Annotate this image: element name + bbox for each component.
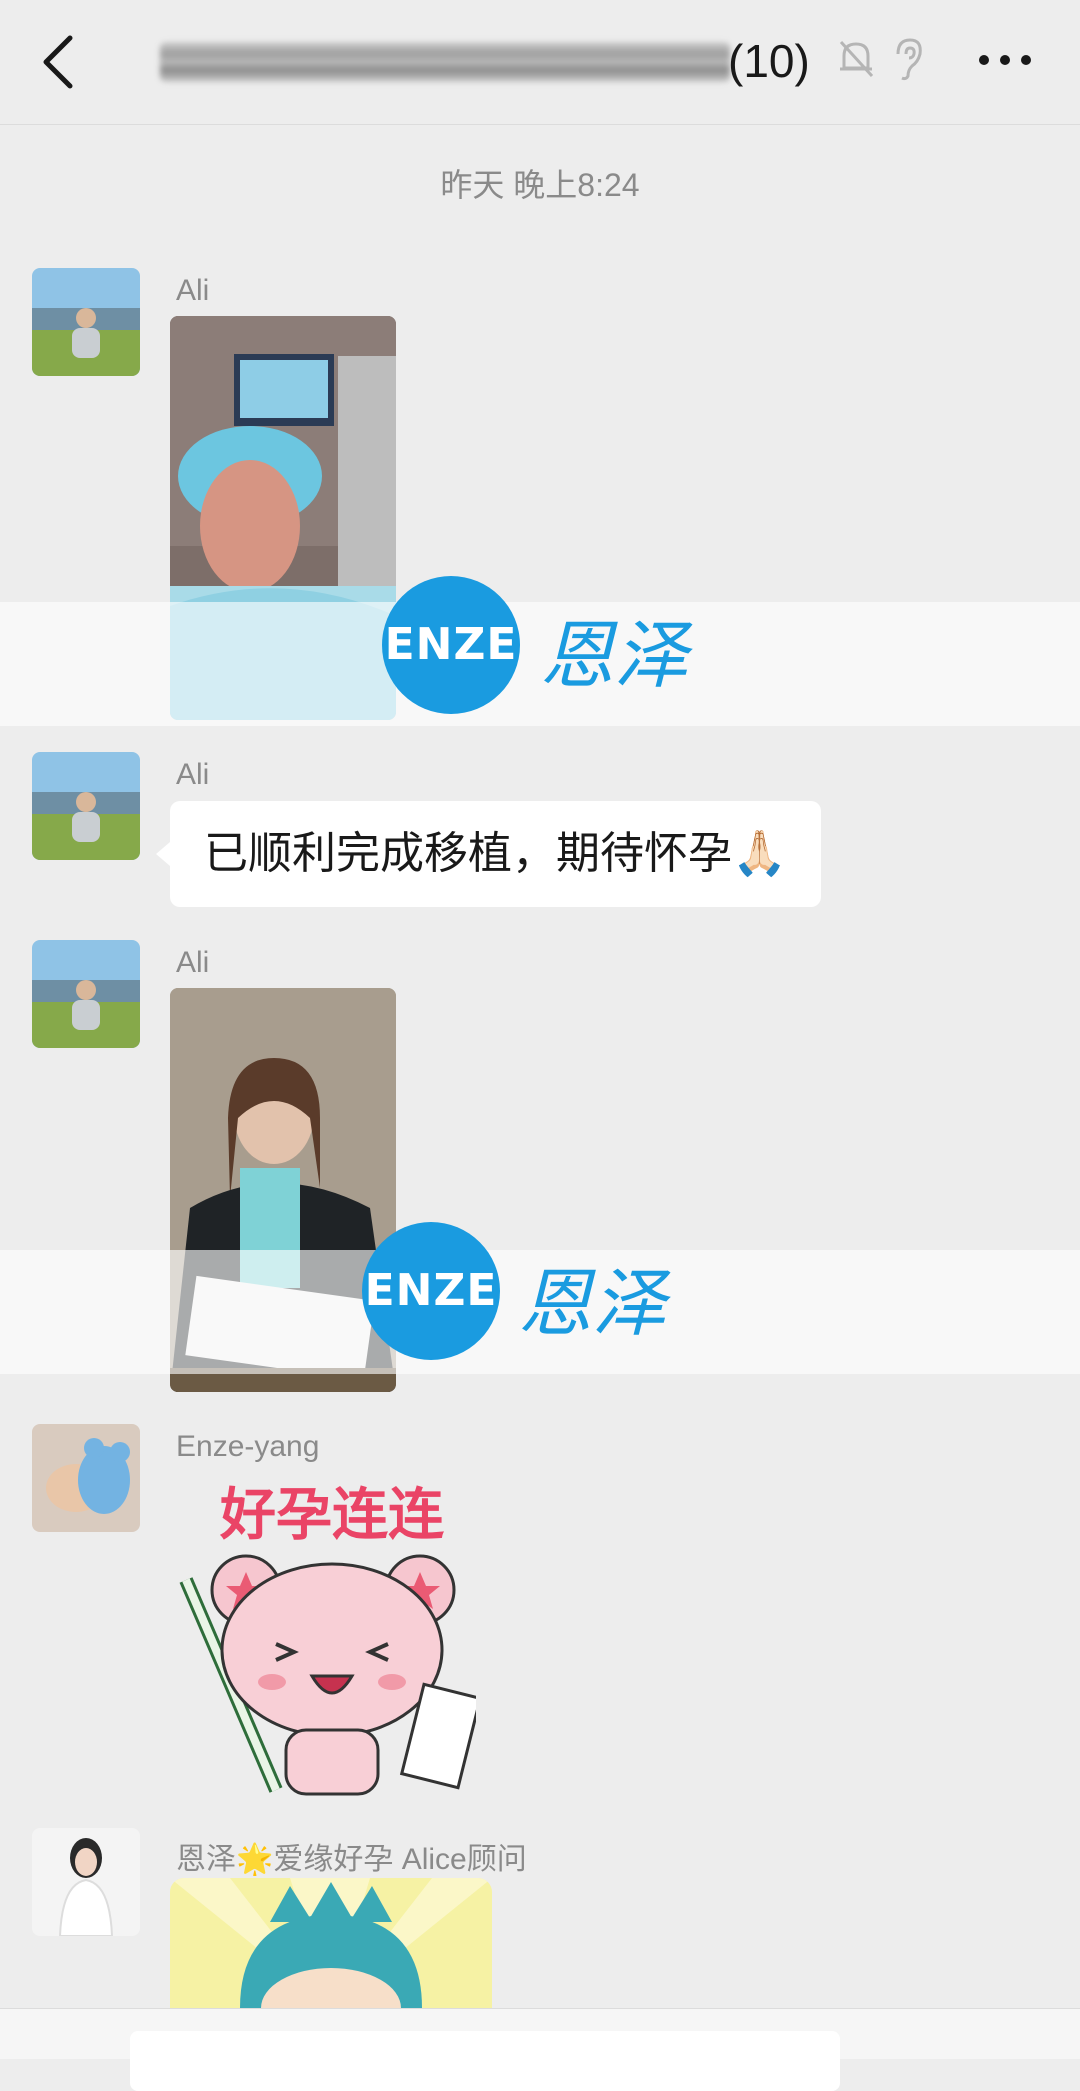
sender-name: Ali bbox=[176, 274, 210, 307]
bear-sticker[interactable] bbox=[176, 1540, 476, 1800]
avatar-image bbox=[32, 268, 140, 376]
text-message-bubble[interactable]: 已顺利完成移植，期待怀孕🙏🏻 bbox=[170, 801, 821, 907]
mute-bell-icon bbox=[839, 40, 874, 78]
cartoon-sticker[interactable] bbox=[170, 1878, 492, 2008]
input-bar bbox=[0, 2008, 1080, 2091]
ear-icon bbox=[896, 38, 922, 81]
sender-name: Enze-yang bbox=[176, 1430, 320, 1463]
message-timestamp: 昨天 晚上8:24 bbox=[440, 167, 640, 203]
avatar-image bbox=[32, 940, 140, 1048]
message-input[interactable] bbox=[130, 2031, 840, 2091]
avatar[interactable] bbox=[32, 940, 140, 1048]
watermark-text: 恩泽 bbox=[518, 1261, 666, 1347]
avatar[interactable] bbox=[32, 1424, 140, 1532]
avatar-image bbox=[32, 1828, 140, 1936]
avatar-image bbox=[32, 1424, 140, 1532]
sticker-caption: 好孕连连 bbox=[220, 1483, 444, 1548]
avatar[interactable] bbox=[32, 1828, 140, 1936]
watermark-logo: ENZE bbox=[382, 576, 520, 714]
back-icon[interactable] bbox=[30, 24, 90, 96]
watermark-text: 恩泽 bbox=[540, 613, 688, 699]
avatar-image bbox=[32, 752, 140, 860]
sender-name: 恩泽🌟爱缘好孕 Alice顾问 bbox=[176, 1843, 527, 1876]
bubble-tail bbox=[156, 842, 170, 866]
watermark-logo: ENZE bbox=[362, 1222, 500, 1360]
chat-title-redacted bbox=[160, 42, 730, 82]
avatar[interactable] bbox=[32, 752, 140, 860]
sender-name: Ali bbox=[176, 758, 210, 791]
avatar[interactable] bbox=[32, 268, 140, 376]
member-count: (10) bbox=[728, 35, 810, 87]
chat-header: (10) bbox=[0, 0, 1080, 125]
sender-name: Ali bbox=[176, 946, 210, 979]
more-icon[interactable] bbox=[970, 34, 1040, 86]
